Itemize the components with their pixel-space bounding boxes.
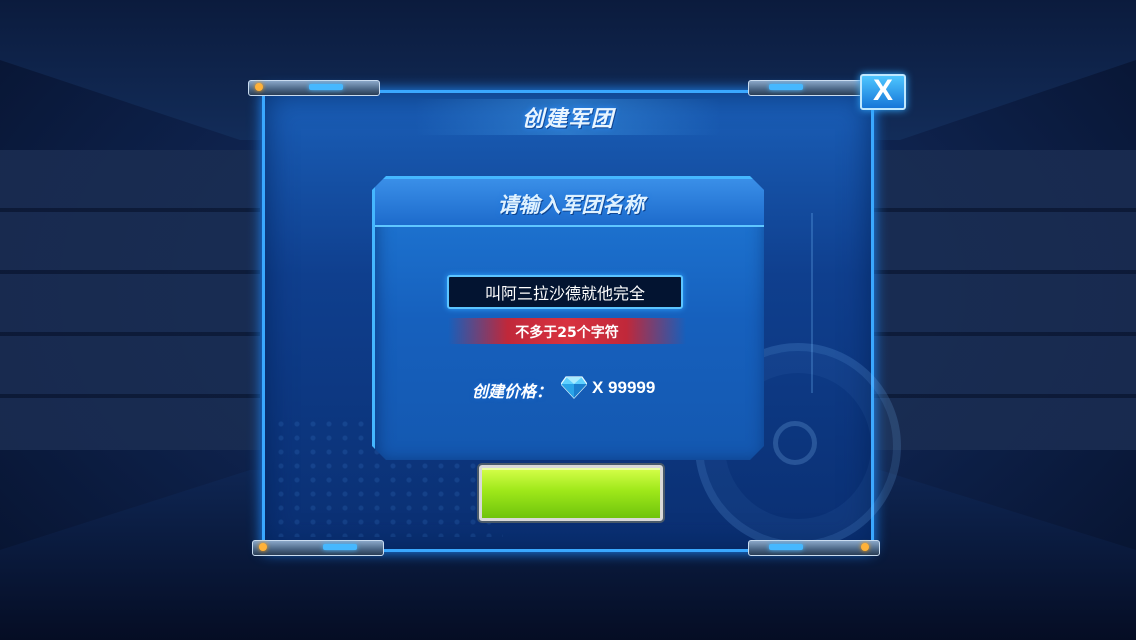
frame-bracket-top-left	[248, 80, 380, 96]
limit-hint: 不多于25个字符	[515, 325, 619, 341]
close-button[interactable]: X	[860, 74, 906, 110]
dialog-title: 创建军团	[521, 107, 614, 132]
confirm-create-button[interactable]	[479, 465, 663, 521]
bracket-light	[861, 543, 869, 551]
bracket-led	[309, 84, 343, 90]
frame-bracket-bottom-left	[252, 540, 384, 556]
price-label: 创建价格：	[472, 382, 553, 401]
price-value: X 99999	[592, 378, 656, 397]
bracket-light	[255, 83, 263, 91]
bracket-light	[259, 543, 267, 551]
frame-bracket-bottom-right	[748, 540, 880, 556]
bracket-led	[769, 84, 803, 90]
bracket-led	[323, 544, 357, 550]
bracket-led	[769, 544, 803, 550]
corridor-wall-right	[866, 150, 1136, 450]
diamond-icon	[561, 376, 587, 399]
legion-name-input[interactable]: 叫阿三拉沙德就他完全	[447, 275, 683, 309]
line-decoration	[811, 213, 813, 393]
name-entry-heading: 请输入军团名称	[497, 193, 645, 217]
close-icon: X	[872, 74, 893, 107]
corridor-wall-left	[0, 150, 260, 450]
